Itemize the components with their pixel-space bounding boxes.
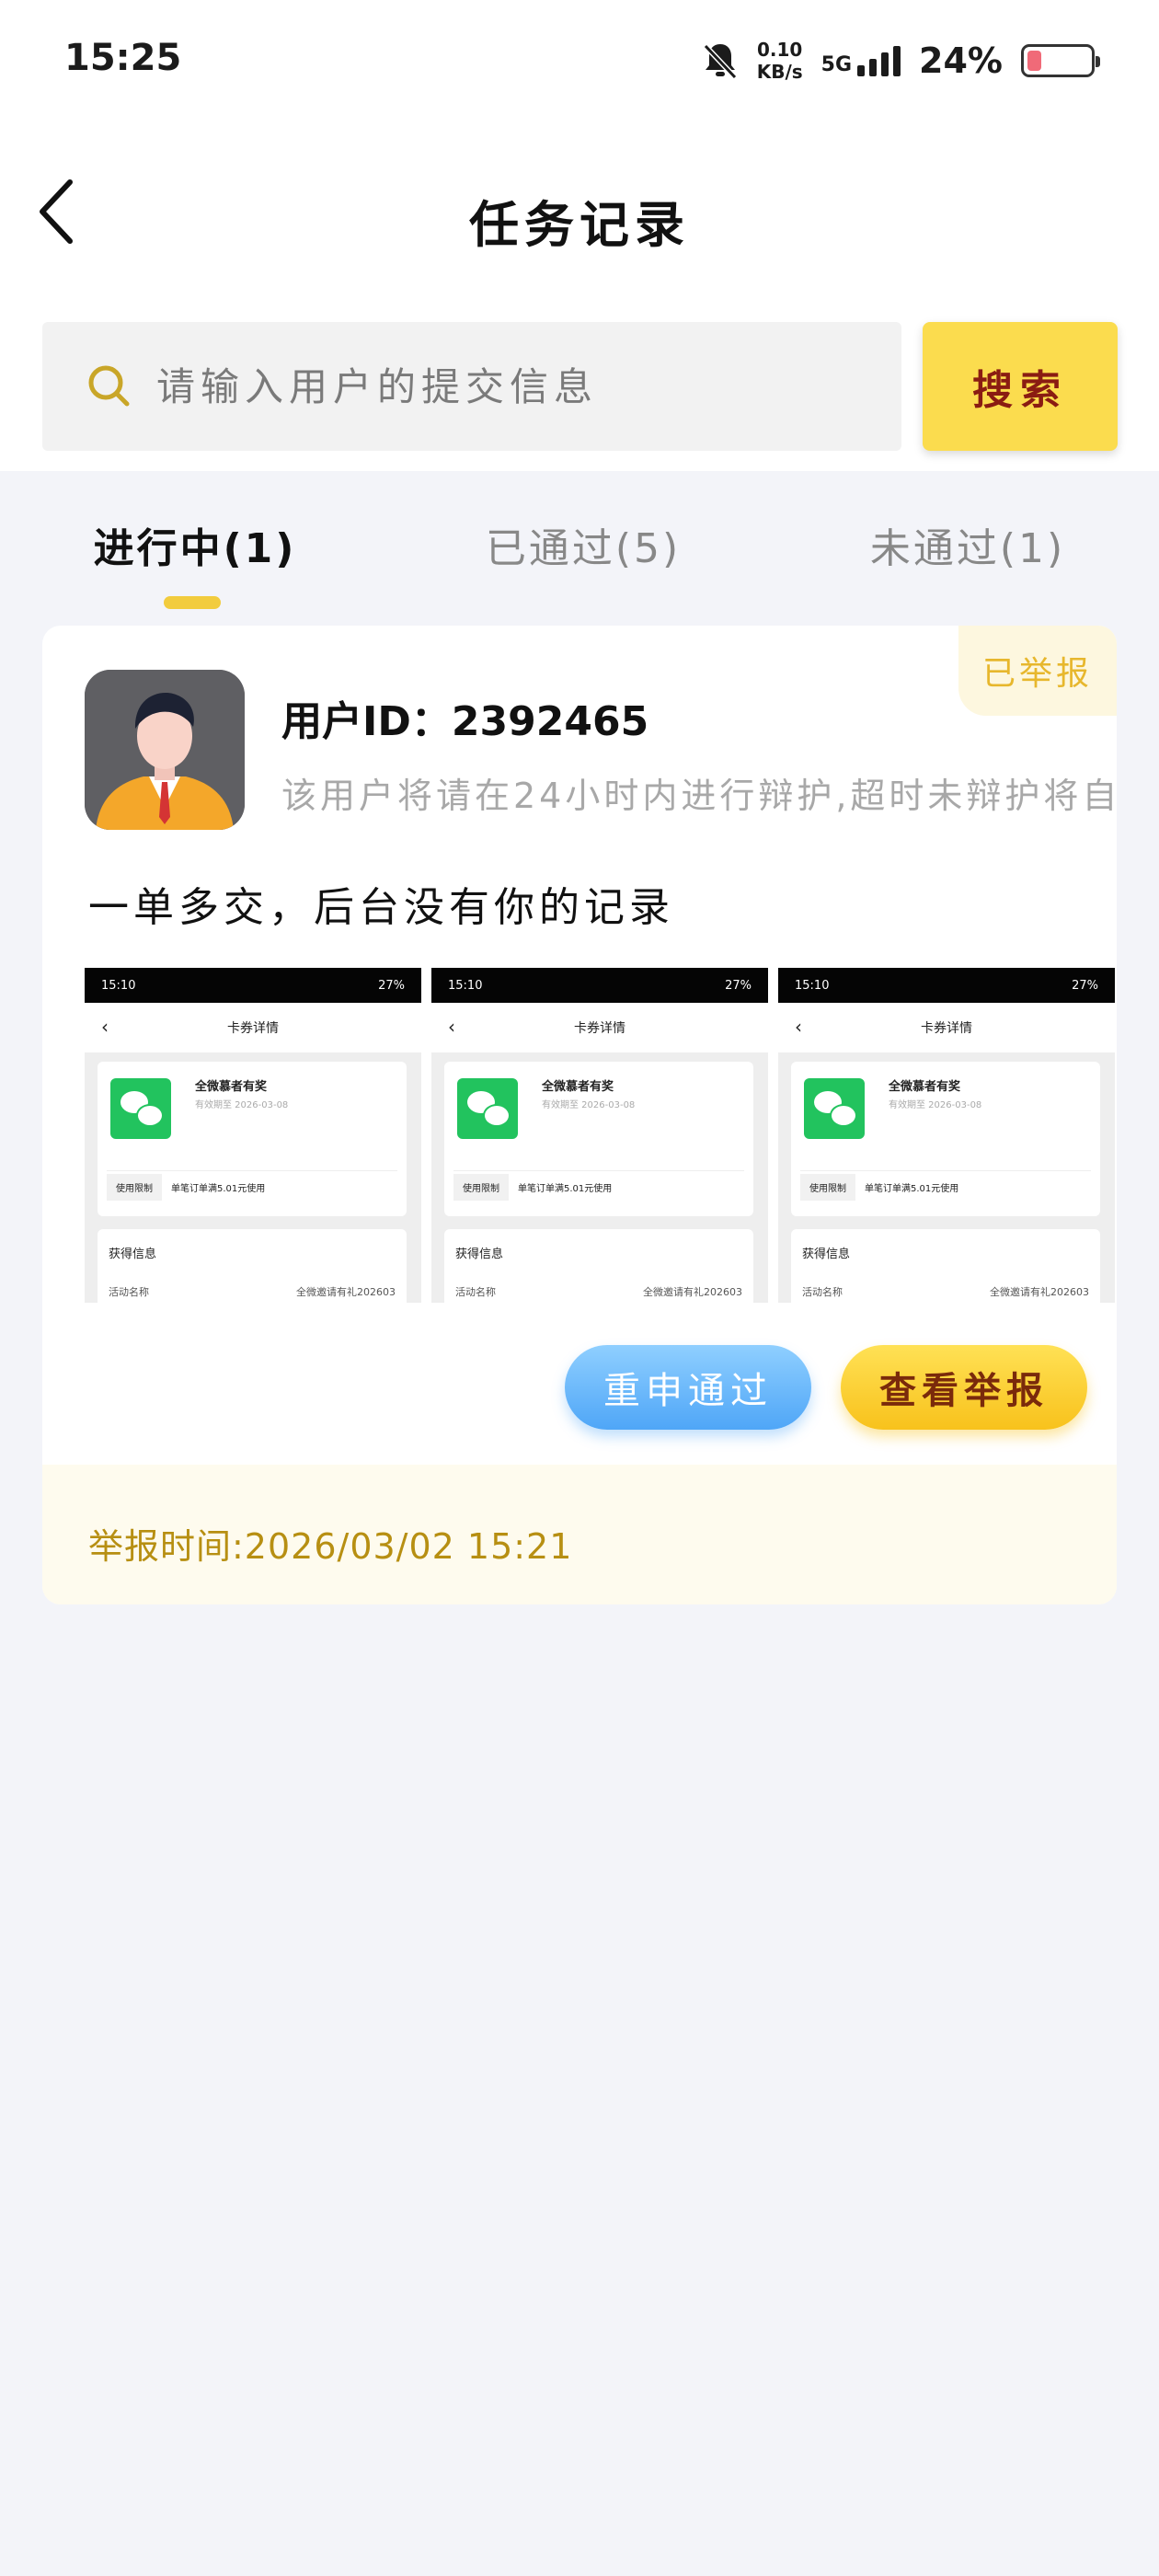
thumb-page-title: 卡券详情 xyxy=(921,1021,972,1036)
thumb-info-title: 获得信息 xyxy=(455,1248,504,1261)
thumb-coupon-title: 全微慕者有奖 xyxy=(889,1080,961,1094)
screenshot-thumbnail[interactable]: 15:10 27% ‹ 卡券详情 全微慕者有奖 有效期至 2026-03-08 … xyxy=(85,968,421,1303)
thumb-info-row: 活动名称 全微邀请有礼202603 xyxy=(802,1284,1089,1299)
thumb-info-value: 全微邀请有礼202603 xyxy=(296,1286,396,1298)
status-time: 15:25 xyxy=(64,37,182,79)
search-box[interactable] xyxy=(42,322,901,451)
thumb-back-icon: ‹ xyxy=(795,1016,802,1038)
thumb-battery: 27% xyxy=(378,978,405,993)
net-speed-unit: KB/s xyxy=(756,61,803,83)
thumb-rule-label: 使用限制 xyxy=(800,1174,855,1201)
thumb-rule: 使用限制 单笔订单满5.01元使用 xyxy=(800,1170,1091,1203)
thumb-status-bar: 15:10 27% xyxy=(431,968,768,1003)
thumb-header: ‹ 卡券详情 xyxy=(778,1003,1115,1052)
signal-group: 5G xyxy=(821,45,901,76)
thumb-back-icon: ‹ xyxy=(448,1016,455,1038)
tab-passed[interactable]: 已通过(5) xyxy=(445,515,721,574)
thumb-rule: 使用限制 单笔订单满5.01元使用 xyxy=(453,1170,744,1203)
status-bar-right: 0.10 KB/s 5G 24% xyxy=(702,33,1100,88)
thumb-header: ‹ 卡券详情 xyxy=(431,1003,768,1052)
thumb-info-key: 活动名称 xyxy=(109,1286,149,1298)
thumb-rule-text: 单笔订单满5.01元使用 xyxy=(171,1184,266,1194)
battery-icon xyxy=(1021,44,1100,77)
thumb-coupon-card: 全微慕者有奖 有效期至 2026-03-08 使用限制 单笔订单满5.01元使用 xyxy=(444,1062,753,1216)
thumb-info-card: 获得信息 活动名称 全微邀请有礼202603 xyxy=(98,1229,407,1303)
report-time-strip: 举报时间:2026/03/02 15:21 xyxy=(42,1465,1117,1604)
thumb-info-key: 活动名称 xyxy=(455,1286,496,1298)
network-type: 5G xyxy=(820,53,853,76)
active-tab-indicator xyxy=(164,596,221,609)
search-icon xyxy=(88,365,130,407)
thumb-back-icon: ‹ xyxy=(101,1016,109,1038)
wechat-icon xyxy=(804,1078,865,1139)
thumb-page-title: 卡券详情 xyxy=(227,1021,279,1036)
thumb-time: 15:10 xyxy=(795,978,830,993)
screenshot-thumbnail[interactable]: 15:10 27% ‹ 卡券详情 全微慕者有奖 有效期至 2026-03-08 … xyxy=(431,968,768,1303)
net-speed: 0.10 KB/s xyxy=(757,39,803,83)
thumb-info-card: 获得信息 活动名称 全微邀请有礼202603 xyxy=(444,1229,753,1303)
thumb-battery: 27% xyxy=(1072,978,1098,993)
report-time: 举报时间:2026/03/02 15:21 xyxy=(88,1526,573,1567)
user-avatar-icon xyxy=(85,670,245,830)
thumb-info-title: 获得信息 xyxy=(802,1248,851,1261)
thumb-rule: 使用限制 单笔订单满5.01元使用 xyxy=(107,1170,397,1203)
status-badge: 已举报 xyxy=(958,626,1117,716)
thumb-info-title: 获得信息 xyxy=(109,1248,157,1261)
thumb-info-card: 获得信息 活动名称 全微邀请有礼202603 xyxy=(791,1229,1100,1303)
user-id: 用户ID：2392465 xyxy=(281,698,649,745)
tab-in-progress[interactable]: 进行中(1) xyxy=(57,515,333,574)
net-speed-value: 0.10 xyxy=(757,39,803,61)
thumb-coupon-title: 全微慕者有奖 xyxy=(195,1080,268,1094)
thumb-rule-text: 单笔订单满5.01元使用 xyxy=(518,1184,613,1194)
signal-icon xyxy=(857,45,901,76)
tab-failed[interactable]: 未通过(1) xyxy=(830,515,1106,574)
thumb-info-row: 活动名称 全微邀请有礼202603 xyxy=(109,1284,396,1299)
thumb-status-bar: 15:10 27% xyxy=(778,968,1115,1003)
thumb-info-key: 活动名称 xyxy=(802,1286,843,1298)
thumb-coupon-card: 全微慕者有奖 有效期至 2026-03-08 使用限制 单笔订单满5.01元使用 xyxy=(98,1062,407,1216)
thumb-coupon-card: 全微慕者有奖 有效期至 2026-03-08 使用限制 单笔订单满5.01元使用 xyxy=(791,1062,1100,1216)
page-title: 任务记录 xyxy=(469,196,690,254)
thumb-coupon-title: 全微慕者有奖 xyxy=(542,1080,614,1094)
wechat-icon xyxy=(457,1078,518,1139)
thumb-info-value: 全微邀请有礼202603 xyxy=(643,1286,742,1298)
mute-bell-icon xyxy=(703,43,737,80)
thumb-info-value: 全微邀请有礼202603 xyxy=(990,1286,1089,1298)
thumb-validity: 有效期至 2026-03-08 xyxy=(542,1100,636,1110)
wechat-icon xyxy=(110,1078,171,1139)
submission-text: 一单多交，后台没有你的记录 xyxy=(88,884,674,931)
thumb-time: 15:10 xyxy=(448,978,483,993)
user-note: 该用户将请在24小时内进行辩护,超时未辩护将自动 xyxy=(281,776,1117,816)
appeal-pass-button[interactable]: 重申通过 xyxy=(565,1345,811,1430)
thumb-status-bar: 15:10 27% xyxy=(85,968,421,1003)
search-input[interactable] xyxy=(156,363,874,409)
thumb-battery: 27% xyxy=(725,978,752,993)
view-report-button[interactable]: 查看举报 xyxy=(841,1345,1087,1430)
thumb-validity: 有效期至 2026-03-08 xyxy=(889,1100,982,1110)
thumb-header: ‹ 卡券详情 xyxy=(85,1003,421,1052)
thumb-rule-label: 使用限制 xyxy=(453,1174,509,1201)
thumb-rule-text: 单笔订单满5.01元使用 xyxy=(865,1184,959,1194)
screenshot-thumbnail[interactable]: 15:10 27% ‹ 卡券详情 全微慕者有奖 有效期至 2026-03-08 … xyxy=(778,968,1115,1303)
thumb-rule-label: 使用限制 xyxy=(107,1174,162,1201)
thumb-time: 15:10 xyxy=(101,978,136,993)
battery-percent: 24% xyxy=(919,40,1003,81)
thumb-validity: 有效期至 2026-03-08 xyxy=(195,1100,289,1110)
search-button[interactable]: 搜索 xyxy=(923,322,1118,451)
thumb-page-title: 卡券详情 xyxy=(574,1021,625,1036)
avatar xyxy=(85,670,245,830)
thumb-info-row: 活动名称 全微邀请有礼202603 xyxy=(455,1284,742,1299)
record-card: 已举报 用户ID：2392465 该用户将请在24小时内进行辩护,超时未辩护将自… xyxy=(42,626,1117,1604)
